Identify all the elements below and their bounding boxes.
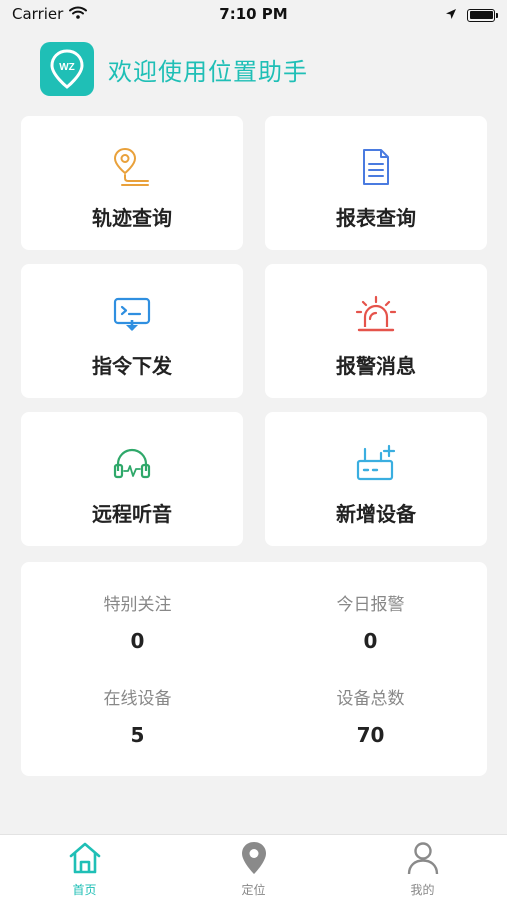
stat-label: 特别关注 (103, 595, 172, 615)
stat-label: 今日报警 (336, 595, 405, 615)
battery-icon (467, 8, 498, 22)
menu-card-alarm-messages[interactable]: 报警消息 (265, 264, 487, 398)
stat-today-alarms[interactable]: 今日报警 0 (254, 590, 487, 653)
router-add-icon (355, 442, 397, 484)
menu-card-remote-listen[interactable]: 远程听音 (21, 412, 243, 546)
logo-text: WZ (59, 62, 75, 73)
stat-label: 在线设备 (103, 689, 172, 709)
status-time: 7:10 PM (219, 5, 288, 23)
menu-card-track-query[interactable]: 轨迹查询 (21, 116, 243, 250)
menu-label: 指令下发 (92, 354, 172, 378)
app-logo: WZ (40, 42, 94, 96)
menu-label: 轨迹查询 (92, 206, 172, 230)
document-icon (360, 146, 392, 188)
stats-panel: 特别关注 0 今日报警 0 在线设备 5 设备总数 70 (21, 562, 487, 776)
headphones-icon (113, 442, 151, 484)
status-bar: Carrier 7:10 PM (0, 0, 507, 30)
home-icon (67, 841, 103, 879)
tab-location[interactable]: 定位 (169, 841, 338, 898)
stat-total-devices[interactable]: 设备总数 70 (254, 684, 487, 747)
tab-home[interactable]: 首页 (0, 841, 169, 898)
stat-value: 5 (130, 723, 145, 747)
menu-card-command-send[interactable]: 指令下发 (21, 264, 243, 398)
stat-value: 70 (356, 723, 385, 747)
location-pin-icon (239, 841, 269, 879)
page-title: 欢迎使用位置助手 (108, 57, 308, 86)
location-track-icon (112, 146, 152, 188)
menu-card-add-device[interactable]: 新增设备 (265, 412, 487, 546)
siren-icon (355, 294, 397, 336)
menu-label: 报表查询 (336, 206, 416, 230)
tab-label: 首页 (72, 883, 97, 897)
stat-label: 设备总数 (336, 689, 405, 709)
stat-online-devices[interactable]: 在线设备 5 (21, 684, 254, 747)
tab-label: 定位 (241, 883, 266, 897)
location-arrow-icon (445, 6, 457, 24)
tab-bar: 首页 定位 我的 (0, 834, 507, 901)
stat-value: 0 (130, 629, 145, 653)
menu-label: 远程听音 (92, 502, 172, 526)
tab-label: 我的 (410, 883, 435, 897)
stat-followed[interactable]: 特别关注 0 (21, 590, 254, 653)
app-header: WZ 欢迎使用位置助手 (40, 42, 308, 96)
menu-label: 新增设备 (336, 502, 416, 526)
status-right (445, 6, 498, 24)
stat-value: 0 (363, 629, 378, 653)
user-icon (406, 841, 440, 879)
command-monitor-icon (113, 294, 151, 336)
menu-card-report-query[interactable]: 报表查询 (265, 116, 487, 250)
tab-profile[interactable]: 我的 (338, 841, 507, 898)
menu-label: 报警消息 (336, 354, 416, 378)
